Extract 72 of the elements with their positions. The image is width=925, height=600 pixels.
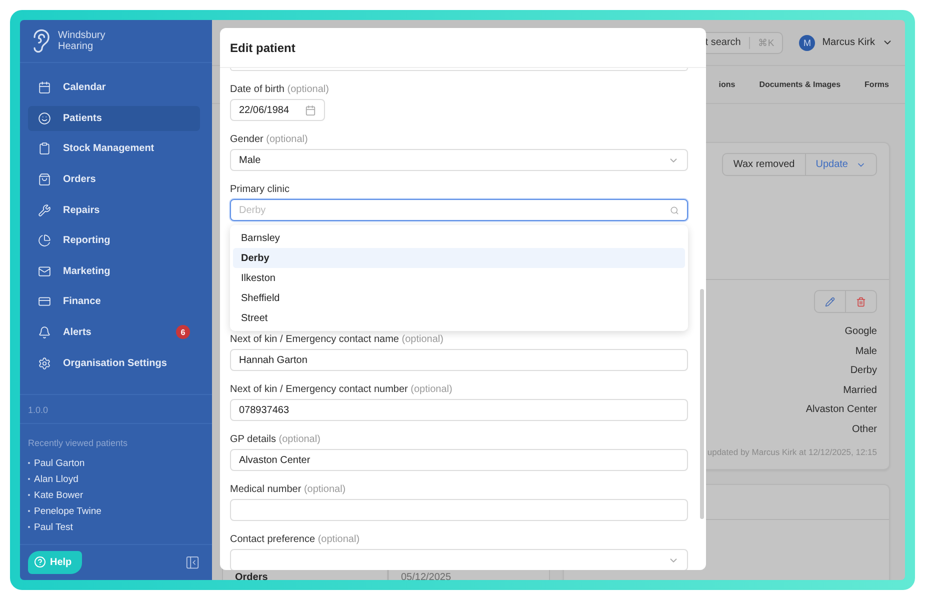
collapse-sidebar-icon[interactable]	[185, 554, 200, 570]
field-label: Next of kin / Emergency contact name (optional)	[230, 333, 444, 347]
update-button[interactable]: Update	[804, 154, 876, 175]
recent-patient-link[interactable]: Penelope Twine	[28, 504, 204, 518]
detail-value: Other	[852, 422, 877, 436]
updated-note: updated by Marcus Kirk at 12/12/2025, 12:15	[707, 446, 877, 456]
sidebar-item[interactable]: Alerts 6	[28, 320, 200, 345]
trash-icon	[856, 296, 866, 306]
field-label: Contact preference (optional)	[230, 533, 361, 547]
section-heading: Recently viewed patients	[28, 438, 129, 448]
brand-name: Windsbury Hearing	[58, 30, 106, 52]
field-label: Primary clinic	[230, 183, 290, 197]
sidebar-item[interactable]: Stock Management	[28, 136, 200, 162]
dropdown-option[interactable]: Barnsley	[233, 228, 685, 248]
date-field[interactable]: 22/06/1984	[230, 99, 325, 121]
bell-icon	[38, 326, 51, 339]
input-field[interactable]: Hannah Garton	[230, 349, 688, 371]
field-label: Next of kin / Emergency contact number (optional)	[230, 383, 454, 397]
recent-patient-link[interactable]: Kate Bower	[28, 488, 204, 502]
tab[interactable]: Forms	[864, 80, 889, 89]
input-field[interactable]: 078937463	[230, 399, 688, 421]
input-field[interactable]	[230, 499, 688, 521]
help-icon	[34, 556, 46, 568]
calendar-icon	[305, 104, 316, 116]
sidebar-item[interactable]: Reporting	[28, 228, 200, 254]
card-icon	[38, 295, 51, 308]
detail-value: Google	[844, 325, 877, 339]
tab[interactable]: Documents & Images	[759, 80, 841, 89]
version-text: 1.0.0	[28, 404, 48, 415]
detail-value: Derby	[850, 364, 877, 378]
smiley-icon	[38, 112, 51, 125]
field-label: Date of birth (optional)	[230, 83, 330, 97]
select-field[interactable]	[230, 549, 688, 570]
field-label: GP details (optional)	[230, 433, 322, 447]
sidebar-item[interactable]: Patients	[28, 106, 200, 131]
search-icon	[670, 206, 679, 214]
pie-chart-icon	[38, 234, 51, 248]
settings-icon	[38, 356, 51, 370]
dropdown-option[interactable]: Ilkeston	[233, 268, 685, 288]
dropdown-option[interactable]: Sheffield	[233, 288, 685, 308]
wrench-icon	[38, 204, 51, 217]
input-field[interactable]: Alvaston Center	[230, 449, 688, 471]
tab[interactable]: ions	[718, 80, 736, 89]
field-label: Gender (optional)	[230, 133, 309, 147]
recent-patient-link[interactable]: Alan Lloyd	[28, 472, 204, 486]
dropdown-option[interactable]: Derby	[233, 248, 685, 268]
sidebar-item[interactable]: Finance	[28, 289, 200, 314]
dialog-title: Edit patient	[230, 40, 296, 54]
clipboard-icon	[38, 142, 51, 156]
select-field[interactable]: Male	[230, 149, 688, 171]
detail-value: Male	[855, 344, 877, 358]
sidebar-item[interactable]: Organisation Settings	[28, 350, 200, 376]
dropdown-option[interactable]: Street	[233, 308, 685, 328]
detail-value: Married	[843, 384, 877, 398]
avatar[interactable]: M	[799, 34, 816, 50]
status-button[interactable]: Wax removed	[723, 154, 805, 175]
sidebar-item[interactable]: Orders	[28, 166, 200, 192]
scrollbar[interactable]	[700, 289, 704, 519]
input-field[interactable]	[230, 68, 688, 71]
count-badge: 6	[176, 325, 190, 340]
bag-icon	[38, 172, 51, 186]
envelope-icon	[38, 264, 51, 278]
sidebar-item[interactable]: Calendar	[28, 75, 200, 100]
recent-patient-link[interactable]: Paul Garton	[28, 456, 204, 470]
sidebar-item[interactable]: Repairs	[28, 198, 200, 223]
calendar-icon	[38, 81, 51, 94]
recent-patient-link[interactable]: Paul Test	[28, 520, 204, 534]
user-name[interactable]: Marcus Kirk	[822, 37, 875, 48]
field-label: Medical number (optional)	[230, 483, 347, 497]
detail-value: Alvaston Center	[806, 403, 877, 417]
sidebar-item[interactable]: Marketing	[28, 258, 200, 284]
pencil-icon	[825, 296, 835, 306]
